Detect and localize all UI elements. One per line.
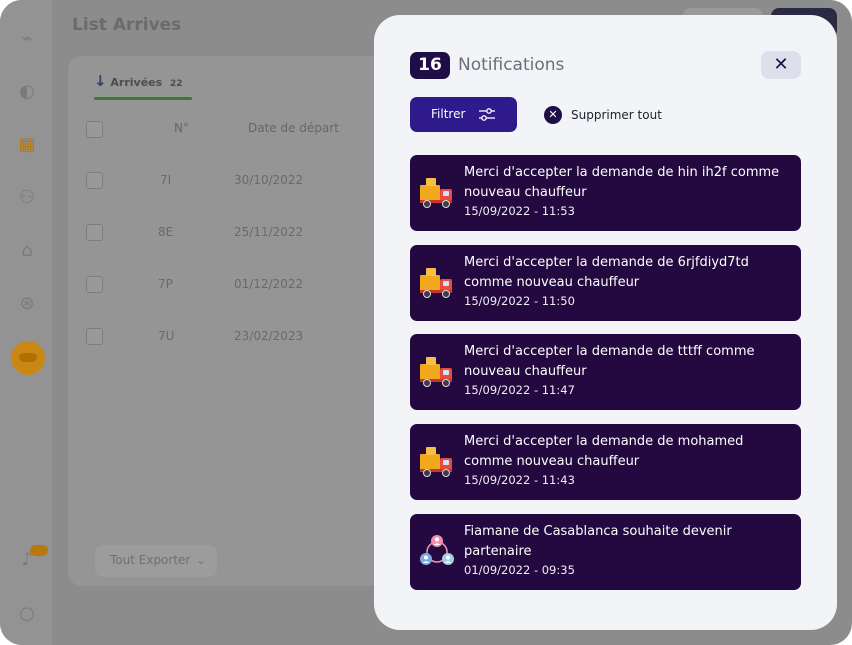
row-checkbox[interactable] xyxy=(86,224,103,241)
row-checkbox[interactable] xyxy=(86,328,103,345)
notification-item[interactable]: Merci d'accepter la demande de mohamed c… xyxy=(410,424,801,500)
steering-wheel-icon[interactable]: ⊛ xyxy=(14,291,40,317)
close-icon: ✕ xyxy=(773,54,789,75)
notification-item[interactable]: Merci d'accepter la demande de hin ih2f … xyxy=(410,155,801,231)
row-number: 7I xyxy=(160,173,172,187)
notification-item[interactable]: Merci d'accepter la demande de 6rjfdiyd7… xyxy=(410,245,801,321)
modal-title: Notifications xyxy=(458,55,565,75)
home-icon[interactable]: ⌂ xyxy=(14,238,40,264)
column-header-number: N° xyxy=(174,121,189,135)
page-title: List Arrives xyxy=(72,15,182,35)
notification-item[interactable]: Merci d'accepter la demande de tttff com… xyxy=(410,334,801,410)
row-date: 23/02/2023 xyxy=(234,329,304,343)
notification-message: Merci d'accepter la demande de mohamed c… xyxy=(464,434,744,469)
select-all-checkbox[interactable] xyxy=(86,121,103,138)
notification-timestamp: 15/09/2022 - 11:43 xyxy=(464,473,575,487)
notification-message: Fiamane de Casablanca souhaite devenir p… xyxy=(464,524,732,559)
close-button[interactable]: ✕ xyxy=(761,51,801,79)
delete-all-label: Supprimer tout xyxy=(571,108,662,122)
users-icon[interactable]: ⚇ xyxy=(14,185,40,211)
notification-timestamp: 15/09/2022 - 11:47 xyxy=(464,383,575,397)
arrivals-card xyxy=(68,56,388,586)
notification-timestamp: 01/09/2022 - 09:35 xyxy=(464,563,575,577)
column-header-date: Date de départ xyxy=(248,121,339,135)
row-date: 30/10/2022 xyxy=(234,173,304,187)
notification-item[interactable]: Fiamane de Casablanca souhaite devenir p… xyxy=(410,514,801,590)
notification-timestamp: 15/09/2022 - 11:50 xyxy=(464,294,575,308)
settings-icon[interactable]: ○ xyxy=(14,601,40,627)
arrow-down-icon: ↓ xyxy=(94,72,107,90)
close-circle-icon: ✕ xyxy=(544,106,562,124)
row-number: 7P xyxy=(158,277,173,291)
row-checkbox[interactable] xyxy=(86,172,103,189)
filter-button[interactable]: Filtrer xyxy=(410,97,517,132)
row-date: 01/12/2022 xyxy=(234,277,304,291)
notification-count: 16 xyxy=(410,52,450,79)
chevron-down-icon[interactable]: ⌄ xyxy=(196,553,206,567)
export-label: Tout Exporter xyxy=(110,553,191,567)
row-number: 8E xyxy=(158,225,174,239)
arrivals-nav-icon[interactable] xyxy=(11,341,45,375)
notifications-modal: 16 Notifications ✕ Filtrer ✕ Supprimer t… xyxy=(374,15,837,630)
notification-timestamp: 15/09/2022 - 11:53 xyxy=(464,204,575,218)
package-icon[interactable]: ▦ xyxy=(14,132,40,158)
tab-arrivals[interactable]: ↓ Arrivées 22 xyxy=(94,72,183,90)
sliders-icon xyxy=(479,108,495,121)
notification-count-badge xyxy=(30,545,48,556)
tab-count: 22 xyxy=(170,79,183,89)
partner-network-icon xyxy=(420,535,454,565)
tab-underline xyxy=(94,97,192,100)
row-checkbox[interactable] xyxy=(86,276,103,293)
sidebar: ⌁ ◐ ▦ ⚇ ⌂ ⊛ ♪ ○ xyxy=(0,0,52,645)
chart-icon[interactable]: ⌁ xyxy=(14,26,40,52)
notification-message: Merci d'accepter la demande de hin ih2f … xyxy=(464,165,780,200)
delivery-truck-icon xyxy=(420,268,452,298)
delivery-truck-icon xyxy=(420,357,452,387)
notification-message: Merci d'accepter la demande de tttff com… xyxy=(464,344,755,379)
tab-label: Arrivées xyxy=(110,76,163,89)
delivery-truck-icon xyxy=(420,178,452,208)
filter-label: Filtrer xyxy=(431,107,466,121)
row-number: 7U xyxy=(158,329,175,343)
app-window: ⌁ ◐ ▦ ⚇ ⌂ ⊛ ♪ ○ List Arrives ↓ Arrivées … xyxy=(0,0,852,645)
contrast-icon[interactable]: ◐ xyxy=(14,79,40,105)
delivery-truck-icon xyxy=(420,447,452,477)
notification-message: Merci d'accepter la demande de 6rjfdiyd7… xyxy=(464,255,749,290)
row-date: 25/11/2022 xyxy=(234,225,304,239)
